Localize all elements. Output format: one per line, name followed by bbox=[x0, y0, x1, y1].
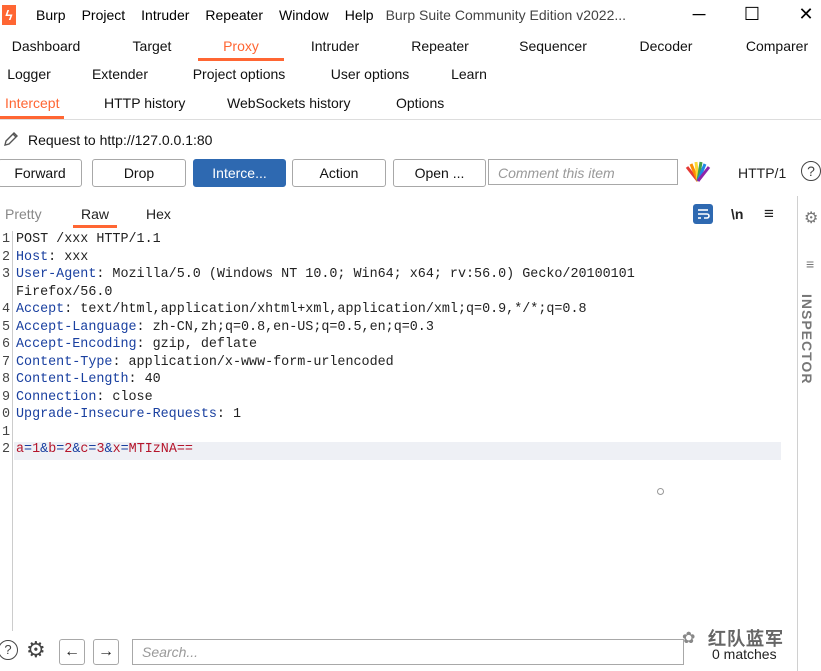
newline-toggle[interactable]: \n bbox=[731, 200, 743, 228]
tab-raw[interactable]: Raw bbox=[72, 200, 118, 228]
comment-input[interactable]: Comment this item bbox=[488, 159, 678, 185]
request-target-label: Request to http://127.0.0.1:80 bbox=[28, 132, 213, 148]
tab-extender[interactable]: Extender bbox=[84, 61, 156, 87]
menu-help[interactable]: Help bbox=[337, 7, 382, 23]
previous-match-button[interactable]: ← bbox=[59, 639, 85, 665]
cursor-marker-icon bbox=[657, 488, 664, 495]
tab-options[interactable]: Options bbox=[391, 89, 449, 117]
inspector-label[interactable]: INSPECTOR bbox=[799, 294, 815, 384]
help-icon[interactable]: ? bbox=[0, 640, 18, 660]
inspector-collapse-icon[interactable]: ≡ bbox=[806, 256, 814, 272]
action-button[interactable]: Action bbox=[292, 159, 386, 187]
settings-gear-icon[interactable]: ⚙ bbox=[26, 637, 46, 663]
menu-window[interactable]: Window bbox=[271, 7, 337, 23]
intercept-toolbar: Forward Drop Interce... Action Open ... … bbox=[0, 159, 821, 187]
tab-decoder[interactable]: Decoder bbox=[629, 33, 703, 59]
menu-burp[interactable]: Burp bbox=[28, 7, 74, 23]
next-match-button[interactable]: → bbox=[93, 639, 119, 665]
highlight-color-icon[interactable] bbox=[684, 161, 712, 186]
pencil-icon bbox=[2, 130, 20, 151]
main-tabs-row-2: Logger Extender Project options User opt… bbox=[0, 61, 821, 89]
watermark-text: 红队蓝军 bbox=[708, 629, 784, 649]
tab-dashboard[interactable]: Dashboard bbox=[6, 33, 86, 59]
search-bar: ? ⚙ ← → Search... 0 matches bbox=[0, 636, 797, 671]
gutter-divider bbox=[12, 231, 13, 631]
tab-logger[interactable]: Logger bbox=[0, 61, 58, 87]
request-info: Request to http://127.0.0.1:80 bbox=[0, 126, 212, 154]
request-editor[interactable]: 1 POST /xxx HTTP/1.1 2 Host: xxx 3 User-Age… bbox=[0, 231, 797, 631]
tab-intercept[interactable]: Intercept bbox=[0, 89, 65, 119]
tab-sequencer[interactable]: Sequencer bbox=[510, 33, 596, 59]
tab-hex[interactable]: Hex bbox=[146, 200, 171, 228]
close-button[interactable]: ✕ bbox=[791, 0, 821, 29]
param-name: a bbox=[16, 442, 25, 457]
param-value: 3 bbox=[96, 442, 105, 457]
search-input[interactable]: Search... bbox=[132, 639, 684, 665]
param-value: 1 bbox=[32, 442, 41, 457]
maximize-button[interactable]: ☐ bbox=[737, 0, 767, 29]
menu-project[interactable]: Project bbox=[74, 7, 134, 23]
tab-comparer[interactable]: Comparer bbox=[737, 33, 817, 59]
editor-menu-icon[interactable]: ≡ bbox=[764, 200, 774, 228]
help-icon[interactable]: ? bbox=[801, 161, 821, 181]
param-name: x bbox=[112, 442, 121, 457]
param-value: MTIzNA== bbox=[128, 442, 193, 457]
forward-button[interactable]: Forward bbox=[0, 159, 82, 187]
inspector-panel: ⚙ ≡ bbox=[797, 196, 821, 671]
menu-intruder[interactable]: Intruder bbox=[133, 7, 197, 23]
proxy-subtabs: Intercept HTTP history WebSockets histor… bbox=[0, 89, 821, 120]
tab-websockets-history[interactable]: WebSockets history bbox=[222, 89, 355, 117]
tab-pretty[interactable]: Pretty bbox=[5, 200, 42, 228]
drop-button[interactable]: Drop bbox=[92, 159, 186, 187]
burp-logo-icon: ϟ bbox=[2, 4, 16, 25]
tab-proxy[interactable]: Proxy bbox=[198, 33, 284, 61]
tab-http-history[interactable]: HTTP history bbox=[99, 89, 190, 117]
window-title: Burp Suite Community Edition v2022... bbox=[385, 6, 627, 23]
minimize-button[interactable]: ─ bbox=[684, 0, 714, 29]
tab-project-options[interactable]: Project options bbox=[184, 61, 294, 87]
intercept-toggle-button[interactable]: Interce... bbox=[193, 159, 286, 187]
tab-intruder[interactable]: Intruder bbox=[296, 33, 374, 59]
wechat-icon: ✿ bbox=[682, 630, 696, 647]
open-browser-button[interactable]: Open ... bbox=[393, 159, 486, 187]
tab-learn[interactable]: Learn bbox=[446, 61, 492, 87]
tab-repeater[interactable]: Repeater bbox=[401, 33, 479, 59]
tab-target[interactable]: Target bbox=[118, 33, 186, 59]
message-editor-tabs: Pretty Raw Hex \n ≡ bbox=[0, 200, 797, 230]
http-version-label[interactable]: HTTP/1 bbox=[738, 159, 786, 187]
menu-repeater[interactable]: Repeater bbox=[197, 7, 271, 23]
inspector-settings-icon[interactable]: ⚙ bbox=[804, 208, 818, 228]
tab-user-options[interactable]: User options bbox=[323, 61, 417, 87]
wrap-lines-icon[interactable] bbox=[693, 204, 713, 224]
main-tabs-row-1: Dashboard Target Proxy Intruder Repeater… bbox=[0, 33, 821, 61]
